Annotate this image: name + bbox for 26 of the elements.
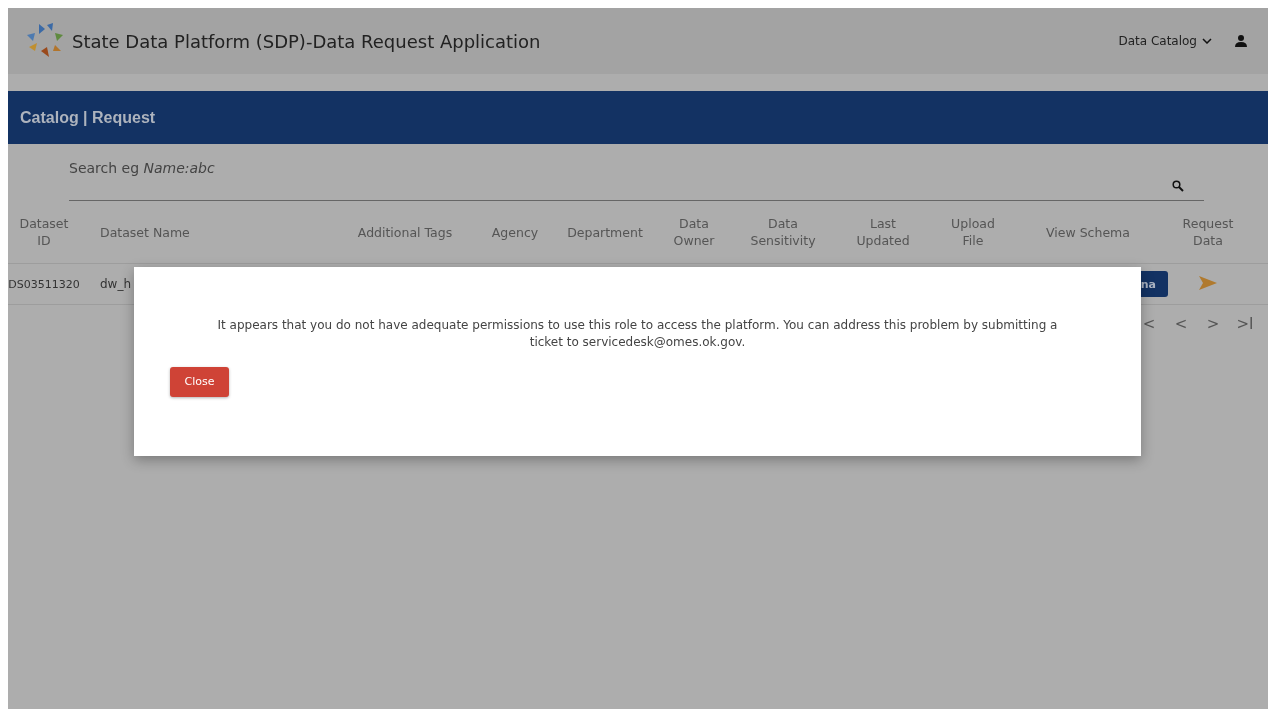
search-icon[interactable] [1172,180,1184,192]
pagination-button[interactable]: >I [1232,315,1258,333]
data-catalog-menu[interactable]: Data Catalog [1118,34,1212,48]
table-cell: DS03511320 [8,277,80,291]
column-header: Last Updated [855,216,911,250]
nav-title: Catalog | Request [20,108,156,127]
pagination-button[interactable]: < [1168,315,1194,333]
column-header: Data Sensitivity [749,216,817,250]
table-cell-text: dw_h [99,277,133,291]
column-header: Request Data [1181,216,1235,250]
user-icon[interactable] [1234,34,1248,48]
column-header: Agency [490,224,540,242]
chevron-down-icon [1202,38,1212,44]
column-header: Department [566,224,644,242]
column-header: Dataset Name [99,224,191,242]
column-header: Data Owner [672,216,716,250]
column-header: Dataset ID [18,216,70,250]
pagination-button[interactable]: > [1200,315,1226,333]
search-field[interactable]: Search eg Name:abc [69,158,1204,201]
column-header: Upload File [950,216,996,250]
column-header: Additional Tags [356,224,454,242]
column-header: View Schema [1045,224,1131,242]
close-button[interactable]: Close [170,366,229,397]
app-title: State Data Platform (SDP)-Data Request Application [72,30,541,52]
dialog-message: It appears that you do not have adequate permissions to use this role to access the platform. You can address this problem by submitting a ticket to servicedesk@omes.ok.gov. [216,317,1059,351]
pagination-button[interactable]: < [1136,315,1162,333]
